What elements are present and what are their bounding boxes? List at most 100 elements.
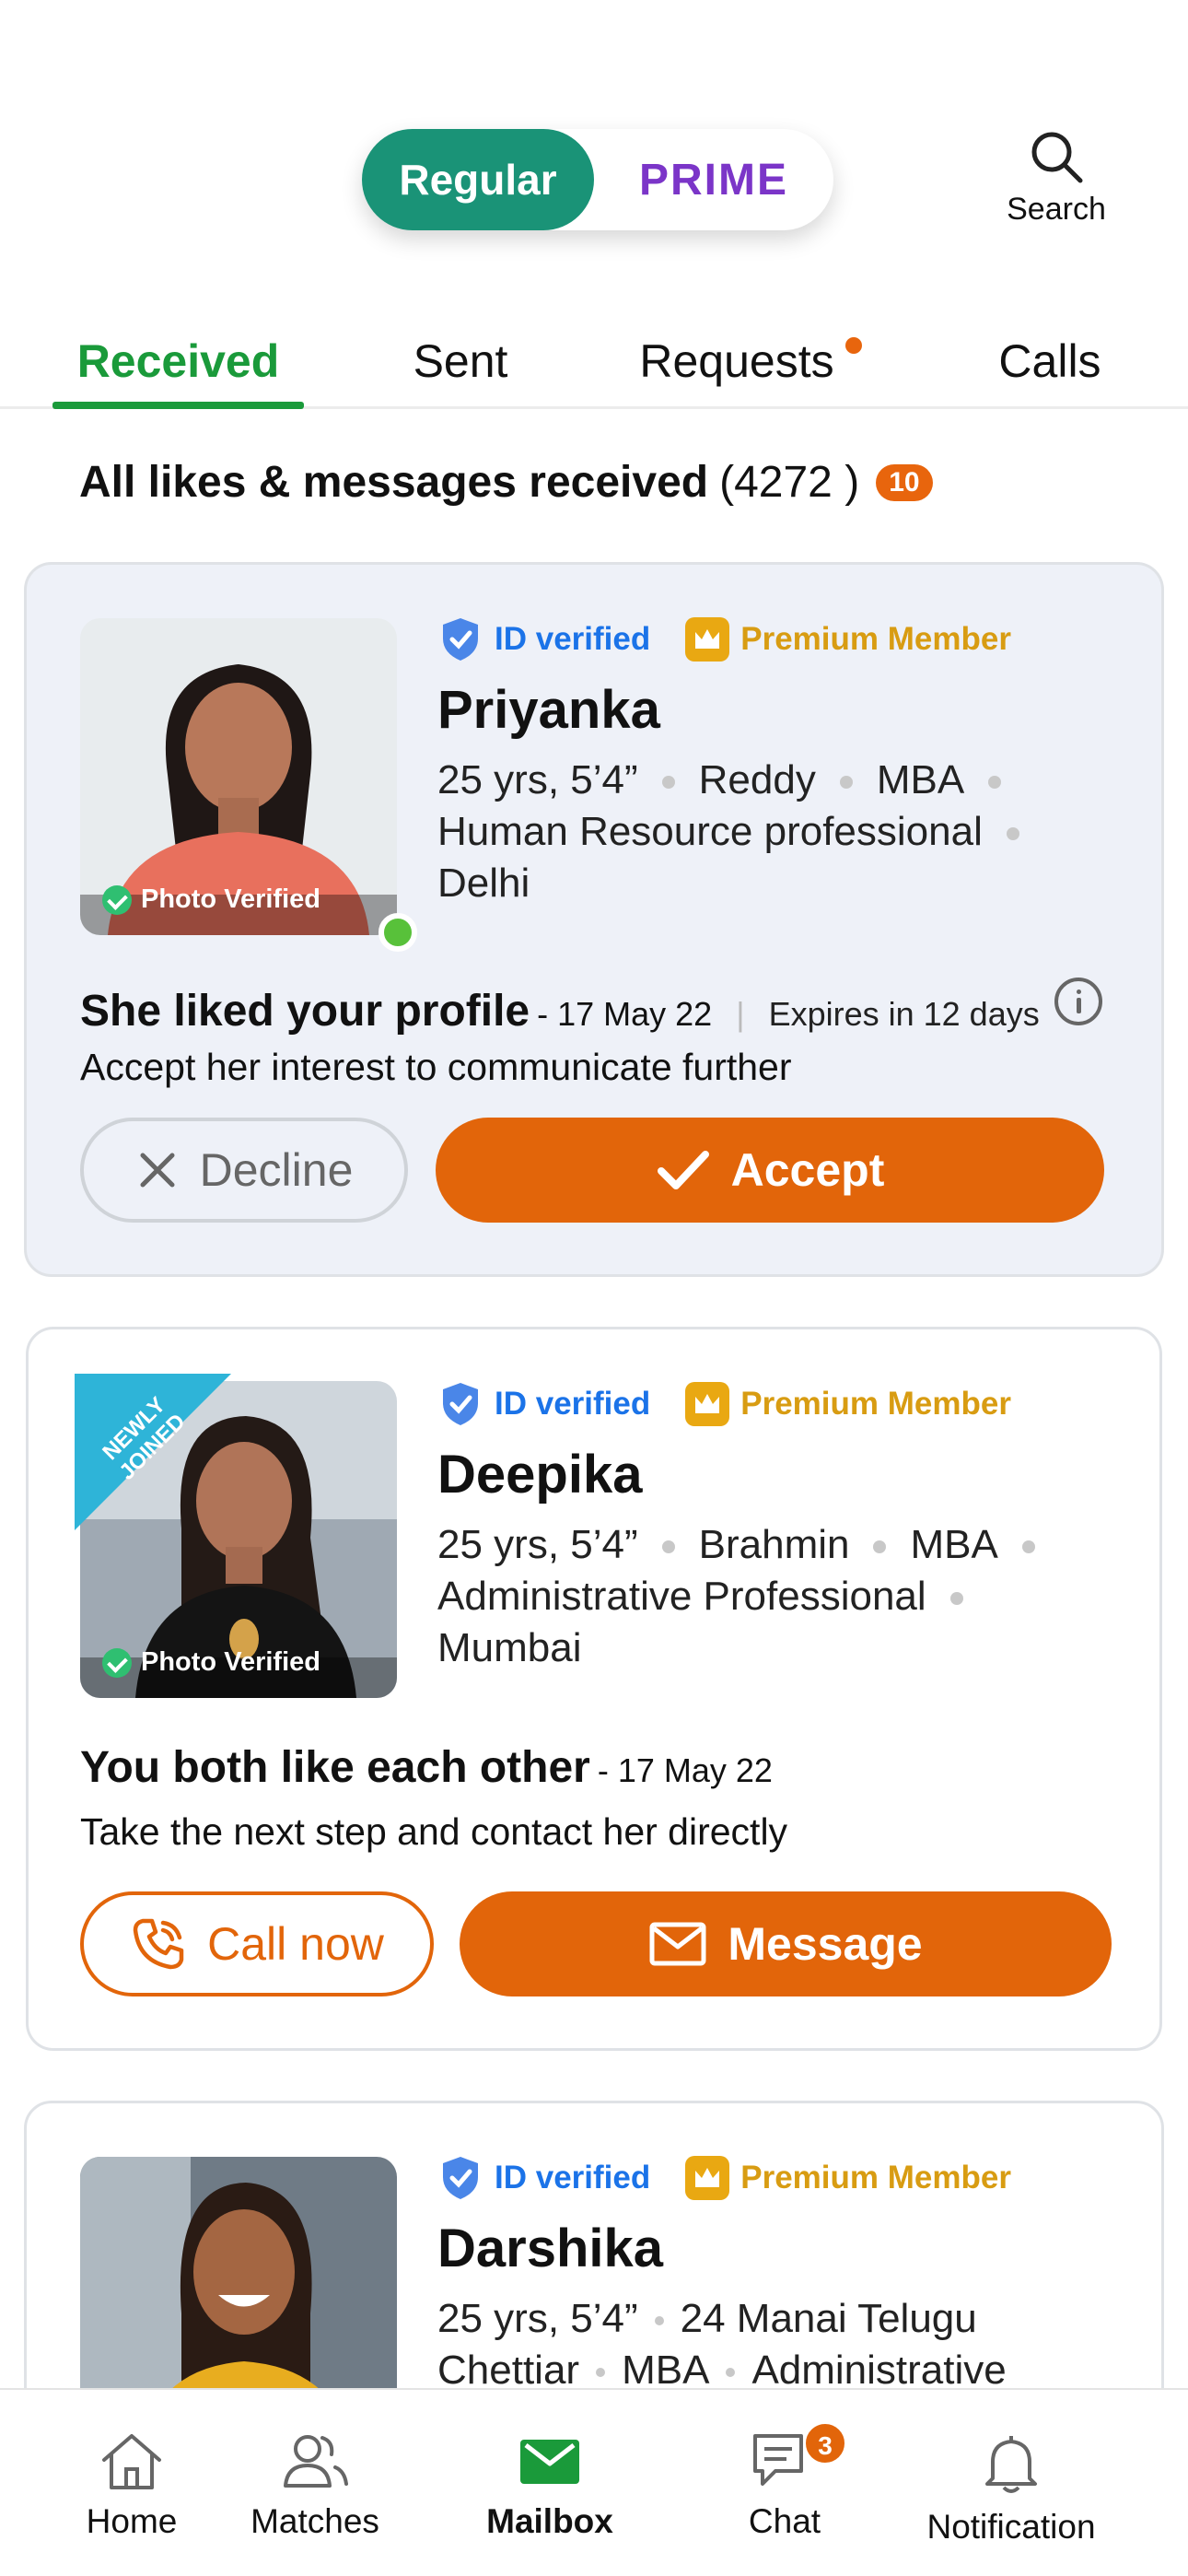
premium-member-label: Premium Member	[740, 621, 1011, 657]
education: MBA	[910, 1522, 998, 1567]
tab-requests-label: Requests	[639, 335, 834, 387]
search-icon	[1031, 132, 1083, 183]
caste: Chettiar	[437, 2348, 580, 2393]
decline-label: Decline	[199, 1144, 354, 1196]
crown-icon	[685, 2156, 730, 2200]
prime-toggle-option[interactable]: PRIME	[594, 155, 833, 205]
id-verified-label: ID verified	[495, 1386, 651, 1422]
id-verified-label: ID verified	[495, 2160, 651, 2195]
nav-home[interactable]: Home	[40, 2390, 224, 2576]
search-button[interactable]: Search	[995, 127, 1118, 228]
interest-subtext: Take the next step and contact her direc…	[80, 1810, 788, 1853]
bullet-separator	[661, 776, 675, 790]
expiry-text: Expires in 12 days	[768, 995, 1040, 1033]
profile-badges: ID verified Premium Member	[437, 2155, 1011, 2201]
id-verified-badge: ID verified	[437, 616, 650, 662]
nav-notification-label: Notification	[926, 2508, 1096, 2546]
accept-label: Accept	[730, 1144, 885, 1196]
profile-details: 25 yrs, 5’4” Reddy MBA Human Resource prof…	[437, 755, 1137, 909]
requests-notification-dot	[845, 337, 862, 354]
profession: Administrative Professional	[437, 1574, 926, 1619]
bullet-separator	[726, 2368, 736, 2378]
premium-member-badge: Premium Member	[685, 1382, 1011, 1426]
matches-icon	[284, 2435, 348, 2488]
decline-button[interactable]: Decline	[80, 1118, 408, 1223]
info-icon[interactable]	[1054, 978, 1102, 1025]
bullet-separator	[949, 1592, 963, 1606]
bullet-separator	[654, 2316, 664, 2326]
premium-member-label: Premium Member	[740, 2160, 1011, 2195]
accept-button[interactable]: Accept	[436, 1118, 1104, 1223]
nav-notification[interactable]: Notification	[919, 2390, 1103, 2576]
premium-member-badge: Premium Member	[685, 2156, 1011, 2200]
close-icon	[140, 1153, 175, 1188]
check-circle-icon	[102, 884, 132, 915]
location: Delhi	[437, 861, 530, 906]
message-label: Message	[728, 1918, 923, 1970]
message-button[interactable]: Message	[460, 1891, 1112, 1996]
mail-icon	[649, 1922, 706, 1966]
profile-card[interactable]: Photo Verified ID verified Premium Membe…	[24, 562, 1164, 1277]
id-verified-badge: ID verified	[437, 2155, 650, 2201]
education: MBA	[622, 2348, 710, 2393]
chat-unread-badge: 3	[803, 2421, 847, 2465]
age-height: 25 yrs, 5’4”	[437, 757, 638, 802]
section-heading: All likes & messages received (4272 ) 10	[79, 457, 933, 508]
tab-sent[interactable]: Sent	[387, 324, 534, 409]
plan-toggle[interactable]: Regular PRIME	[362, 129, 833, 230]
nav-home-label: Home	[86, 2502, 178, 2540]
nav-matches[interactable]: Matches	[223, 2390, 407, 2576]
home-icon	[102, 2434, 161, 2489]
bullet-separator	[1006, 827, 1019, 841]
profile-name[interactable]: Deepika	[437, 1444, 642, 1505]
profile-card[interactable]: Photo Verified NEWLY JOINED ID verified …	[26, 1327, 1162, 2051]
tab-received[interactable]: Received	[52, 324, 304, 409]
photo-verified-badge: Photo Verified	[102, 884, 320, 915]
age-height: 25 yrs, 5’4”	[437, 1522, 638, 1567]
bell-icon	[985, 2436, 1037, 2493]
profile-name[interactable]: Priyanka	[437, 679, 660, 741]
profession: Administrative	[751, 2348, 1007, 2393]
profile-badges: ID verified Premium Member	[437, 616, 1011, 662]
call-now-label: Call now	[207, 1918, 384, 1970]
profile-badges: ID verified Premium Member	[437, 1381, 1011, 1427]
age-height: 25 yrs, 5’4”	[437, 2296, 638, 2341]
community: 24 Manai Telugu	[680, 2296, 977, 2341]
tab-requests[interactable]: Requests	[635, 324, 862, 409]
bottom-navigation: Home Matches Mailbox 3 Chat Notification	[0, 2388, 1188, 2576]
checkmark-icon	[657, 1151, 709, 1189]
unread-badge: 10	[876, 463, 933, 501]
interest-title: You both like each other	[80, 1743, 590, 1792]
community: Brahmin	[698, 1522, 850, 1567]
mailbox-tabs: Received Sent Requests Calls	[0, 324, 1188, 409]
tab-calls[interactable]: Calls	[976, 324, 1124, 409]
check-circle-icon	[102, 1647, 132, 1678]
premium-member-badge: Premium Member	[685, 617, 1011, 662]
active-tab-indicator	[52, 402, 304, 409]
verified-shield-icon	[443, 618, 478, 661]
profile-photo[interactable]: Photo Verified	[80, 618, 397, 935]
nav-chat[interactable]: 3 Chat	[693, 2390, 877, 2576]
search-label: Search	[1007, 192, 1106, 227]
bullet-separator	[596, 2368, 606, 2378]
separator: |	[736, 995, 745, 1033]
nav-matches-label: Matches	[250, 2502, 379, 2540]
mailbox-icon	[520, 2440, 579, 2484]
community: Reddy	[698, 757, 816, 802]
location: Mumbai	[437, 1625, 582, 1670]
profile-name[interactable]: Darshika	[437, 2218, 663, 2279]
regular-toggle-option[interactable]: Regular	[362, 129, 594, 230]
bullet-separator	[873, 1540, 887, 1554]
nav-mailbox[interactable]: Mailbox	[458, 2390, 642, 2576]
bullet-separator	[988, 776, 1002, 790]
photo-verified-label: Photo Verified	[141, 884, 320, 914]
call-now-button[interactable]: Call now	[80, 1891, 434, 1996]
profile-details: 25 yrs, 5’4” Brahmin MBA Administrative Pr…	[437, 1519, 1137, 1674]
crown-icon	[685, 1382, 730, 1426]
id-verified-label: ID verified	[495, 621, 651, 657]
photo-verified-label: Photo Verified	[141, 1647, 320, 1677]
bullet-separator	[1021, 1540, 1035, 1554]
photo-verified-badge: Photo Verified	[102, 1647, 320, 1678]
profile-details: 25 yrs, 5’4” 24 Manai Telugu Chettiar MBA A…	[437, 2293, 1137, 2396]
interest-message: She liked your profile - 17 May 22 | Exp…	[80, 978, 1102, 1036]
